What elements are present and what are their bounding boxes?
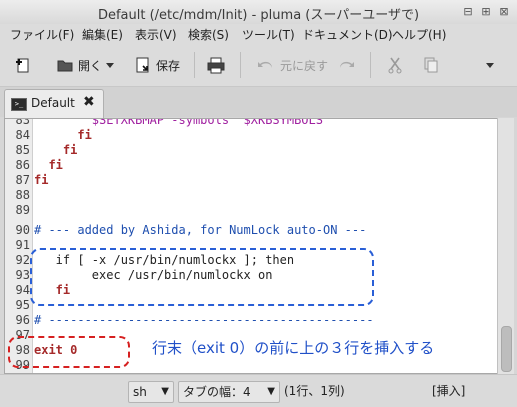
line-number: 92 [15, 253, 30, 267]
new-document-button[interactable] [14, 56, 32, 74]
tab-width-value: タブの幅：4 [183, 385, 251, 399]
code-line: # --------------------------------------… [34, 313, 374, 327]
undo-button[interactable]: 元に戻す [256, 56, 328, 74]
tab-width-selector[interactable]: タブの幅：4 ▼ [178, 381, 280, 403]
code-line: fi [34, 128, 92, 142]
annotation-text: 行末（exit 0）の前に上の３行を挿入する [152, 339, 435, 357]
window-title: Default (/etc/mdm/Init) - pluma (スーパーユーザ… [97, 8, 420, 23]
code-line: # --- added by Ashida, for NumLock auto-… [34, 223, 367, 237]
chevron-down-icon [106, 63, 114, 68]
line-number: 83 [15, 118, 30, 127]
line-number: 85 [15, 143, 30, 157]
new-document-icon [16, 58, 29, 73]
code-line: $SETXKBMAP -symbols "$XKBSYMBOLS" [34, 118, 331, 127]
close-window-button[interactable]: ⊠ [498, 6, 510, 18]
insert-mode: [挿入] [432, 384, 466, 398]
close-tab-button[interactable]: ✖ [83, 94, 95, 110]
line-number: 96 [15, 313, 30, 327]
line-number: 89 [15, 203, 30, 217]
undo-label: 元に戻す [280, 58, 329, 73]
maximize-button[interactable]: ⊞ [480, 6, 492, 18]
minimize-button[interactable]: ⊟ [462, 6, 474, 18]
menu-search[interactable]: 検索(S) [188, 26, 229, 43]
save-icon [136, 57, 149, 73]
folder-open-icon [57, 60, 73, 72]
menu-edit[interactable]: 編集(E) [82, 26, 123, 43]
save-button[interactable]: 保存 [134, 56, 180, 74]
scrollbar-thumb[interactable] [501, 326, 512, 372]
open-recent-dropdown[interactable] [104, 56, 116, 74]
undo-icon [258, 61, 272, 68]
printer-icon [207, 57, 225, 74]
cut-button[interactable] [386, 56, 404, 74]
copy-button[interactable] [422, 56, 440, 74]
redo-button[interactable] [336, 56, 356, 74]
tab-default[interactable]: >_ Default ✖ [4, 89, 104, 118]
print-button[interactable] [206, 56, 226, 74]
toolbar-separator [240, 52, 241, 78]
title-bar: Default (/etc/mdm/Init) - pluma (スーパーユーザ… [0, 0, 517, 25]
language-value: sh [133, 385, 147, 399]
line-number: 86 [15, 158, 30, 172]
exit-line-highlight [8, 336, 130, 368]
copy-icon [424, 57, 438, 73]
code-line: fi [34, 143, 78, 157]
inserted-block-highlight [30, 248, 374, 306]
tab-bar: >_ Default ✖ [0, 87, 517, 118]
toolbar-separator [194, 52, 195, 78]
open-label: 開く [78, 58, 103, 73]
redo-icon [340, 61, 354, 68]
open-button[interactable]: 開く [56, 56, 102, 74]
toolbar: 開く 保存 元に戻す [0, 44, 517, 87]
chevron-down-icon: ▼ [267, 386, 275, 397]
toolbar-separator [370, 52, 371, 78]
language-selector[interactable]: sh ▼ [128, 381, 174, 403]
menu-file[interactable]: ファイル(F) [10, 26, 74, 43]
cursor-position: (1行、1列) [284, 384, 345, 398]
menu-documents[interactable]: ドキュメント(D) [302, 26, 393, 43]
line-number: 93 [15, 268, 30, 282]
scissors-icon [388, 57, 402, 74]
status-bar: sh ▼ タブの幅：4 ▼ (1行、1列) [挿入] [0, 374, 517, 407]
code-line: fi [34, 158, 63, 172]
line-number: 87 [15, 173, 30, 187]
chevron-down-icon: ▼ [161, 386, 169, 397]
terminal-icon: >_ [11, 98, 27, 111]
line-number: 84 [15, 128, 30, 142]
line-number: 91 [15, 238, 30, 252]
menu-tools[interactable]: ツール(T) [242, 26, 295, 43]
line-number: 94 [15, 283, 30, 297]
line-number: 95 [15, 298, 30, 312]
code-line: fi [34, 173, 49, 187]
line-number: 90 [15, 223, 30, 237]
chevron-down-icon [486, 63, 494, 68]
line-number: 88 [15, 188, 30, 202]
menu-help[interactable]: ヘルプ(H) [392, 26, 446, 43]
save-label: 保存 [156, 58, 181, 73]
menu-view[interactable]: 表示(V) [135, 26, 177, 43]
tab-label: Default [31, 96, 75, 110]
toolbar-overflow-button[interactable] [484, 56, 496, 74]
vertical-scrollbar[interactable] [497, 118, 514, 374]
menu-bar: ファイル(F) 編集(E) 表示(V) 検索(S) ツール(T) ドキュメント(… [0, 24, 517, 44]
